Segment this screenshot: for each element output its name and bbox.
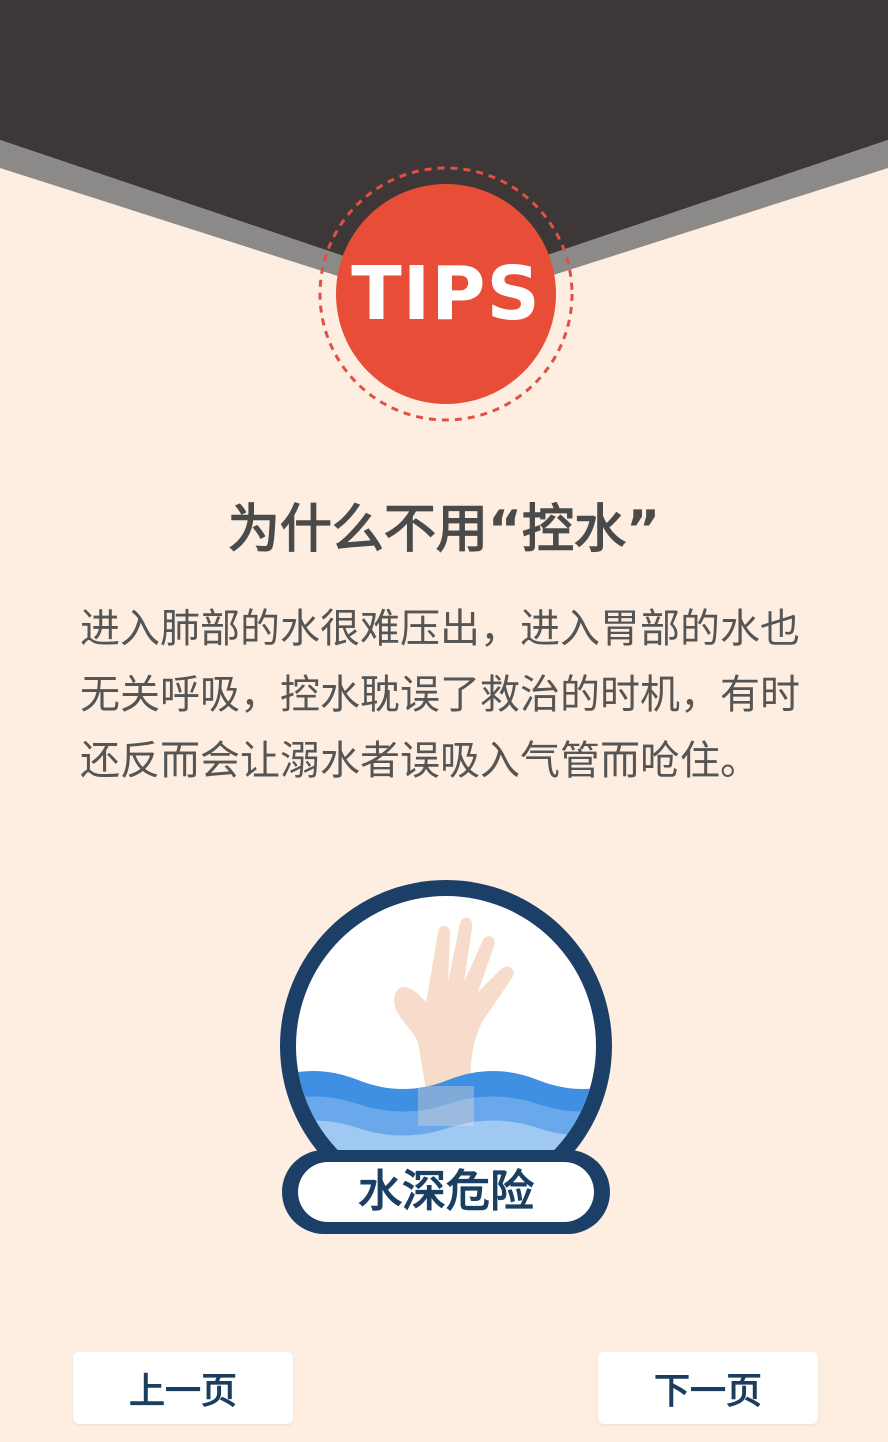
- next-page-button[interactable]: 下一页: [598, 1352, 818, 1424]
- tips-badge-text: TIPS: [351, 251, 541, 337]
- tips-page: TIPS 为什么不用“控水” 进入肺部的水很难压出，进入胃部的水也无关呼吸，控水…: [0, 0, 888, 1442]
- body-paragraph: 进入肺部的水很难压出，进入胃部的水也无关呼吸，控水耽误了救治的时机，有时还反而会…: [80, 606, 800, 784]
- page-title: 为什么不用“控水”: [227, 500, 661, 560]
- prev-page-button[interactable]: 上一页: [73, 1352, 293, 1424]
- warning-sign-label: 水深危险: [358, 1166, 534, 1217]
